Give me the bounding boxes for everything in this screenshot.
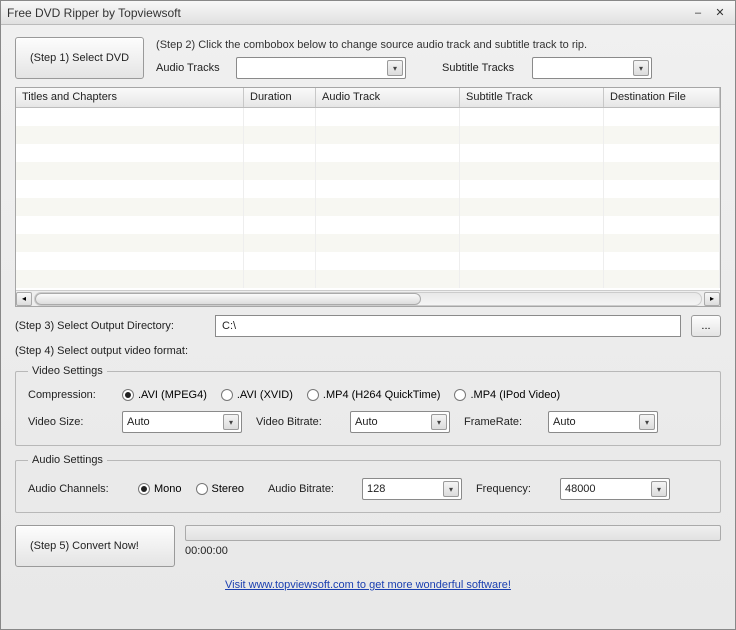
video-settings-legend: Video Settings — [28, 365, 107, 377]
radio-mono[interactable]: Mono — [138, 483, 182, 495]
step2-instruction: (Step 2) Click the combobox below to cha… — [156, 39, 721, 51]
browse-button[interactable]: ... — [691, 315, 721, 337]
subtitle-tracks-combo[interactable]: ▾ — [532, 57, 652, 79]
step4-label: (Step 4) Select output video format: — [15, 345, 721, 357]
audio-bitrate-combo[interactable]: 128▾ — [362, 478, 462, 500]
video-bitrate-label: Video Bitrate: — [256, 416, 336, 428]
col-subtitle[interactable]: Subtitle Track — [460, 88, 604, 107]
minimize-button[interactable]: – — [689, 6, 707, 20]
framerate-combo[interactable]: Auto▾ — [548, 411, 658, 433]
audio-settings-legend: Audio Settings — [28, 454, 107, 466]
audio-tracks-combo[interactable]: ▾ — [236, 57, 406, 79]
audio-channels-label: Audio Channels: — [28, 483, 124, 495]
titlebar: Free DVD Ripper by Topviewsoft – ✕ — [1, 1, 735, 25]
window-title: Free DVD Ripper by Topviewsoft — [7, 6, 685, 20]
audio-settings-group: Audio Settings Audio Channels: Mono Ster… — [15, 454, 721, 513]
grid-body — [16, 108, 720, 290]
progress-bar — [185, 525, 721, 541]
radio-mp4-h264[interactable]: .MP4 (H264 QuickTime) — [307, 389, 441, 401]
subtitle-tracks-label: Subtitle Tracks — [442, 62, 524, 74]
chevron-down-icon: ▾ — [639, 414, 655, 430]
col-duration[interactable]: Duration — [244, 88, 316, 107]
video-size-label: Video Size: — [28, 416, 108, 428]
radio-mp4-ipod[interactable]: .MP4 (IPod Video) — [454, 389, 560, 401]
chevron-down-icon: ▾ — [387, 60, 403, 76]
output-directory-input[interactable] — [215, 315, 681, 337]
video-bitrate-combo[interactable]: Auto▾ — [350, 411, 450, 433]
client-area: (Step 1) Select DVD (Step 2) Click the c… — [1, 25, 735, 629]
scroll-left-icon[interactable]: ◂ — [16, 292, 32, 306]
video-settings-group: Video Settings Compression: .AVI (MPEG4)… — [15, 365, 721, 446]
chevron-down-icon: ▾ — [443, 481, 459, 497]
convert-now-button[interactable]: (Step 5) Convert Now! — [15, 525, 175, 567]
chevron-down-icon: ▾ — [431, 414, 447, 430]
audio-tracks-label: Audio Tracks — [156, 62, 228, 74]
chevron-down-icon: ▾ — [223, 414, 239, 430]
horizontal-scrollbar[interactable]: ◂ ▸ — [16, 290, 720, 306]
col-destination[interactable]: Destination File — [604, 88, 720, 107]
compression-label: Compression: — [28, 389, 108, 401]
col-titles[interactable]: Titles and Chapters — [16, 88, 244, 107]
scroll-thumb[interactable] — [35, 293, 421, 305]
titles-grid[interactable]: Titles and Chapters Duration Audio Track… — [15, 87, 721, 307]
chevron-down-icon: ▾ — [633, 60, 649, 76]
radio-stereo[interactable]: Stereo — [196, 483, 244, 495]
footer-link[interactable]: Visit www.topviewsoft.com to get more wo… — [15, 579, 721, 591]
radio-avi-xvid[interactable]: .AVI (XVID) — [221, 389, 293, 401]
close-button[interactable]: ✕ — [711, 6, 729, 20]
chevron-down-icon: ▾ — [651, 481, 667, 497]
col-audio[interactable]: Audio Track — [316, 88, 460, 107]
grid-header: Titles and Chapters Duration Audio Track… — [16, 88, 720, 108]
framerate-label: FrameRate: — [464, 416, 534, 428]
video-size-combo[interactable]: Auto▾ — [122, 411, 242, 433]
progress-time: 00:00:00 — [185, 545, 721, 557]
frequency-combo[interactable]: 48000▾ — [560, 478, 670, 500]
scroll-right-icon[interactable]: ▸ — [704, 292, 720, 306]
step3-label: (Step 3) Select Output Directory: — [15, 320, 205, 332]
audio-bitrate-label: Audio Bitrate: — [268, 483, 348, 495]
select-dvd-button[interactable]: (Step 1) Select DVD — [15, 37, 144, 79]
radio-avi-mpeg4[interactable]: .AVI (MPEG4) — [122, 389, 207, 401]
app-window: Free DVD Ripper by Topviewsoft – ✕ (Step… — [0, 0, 736, 630]
frequency-label: Frequency: — [476, 483, 546, 495]
